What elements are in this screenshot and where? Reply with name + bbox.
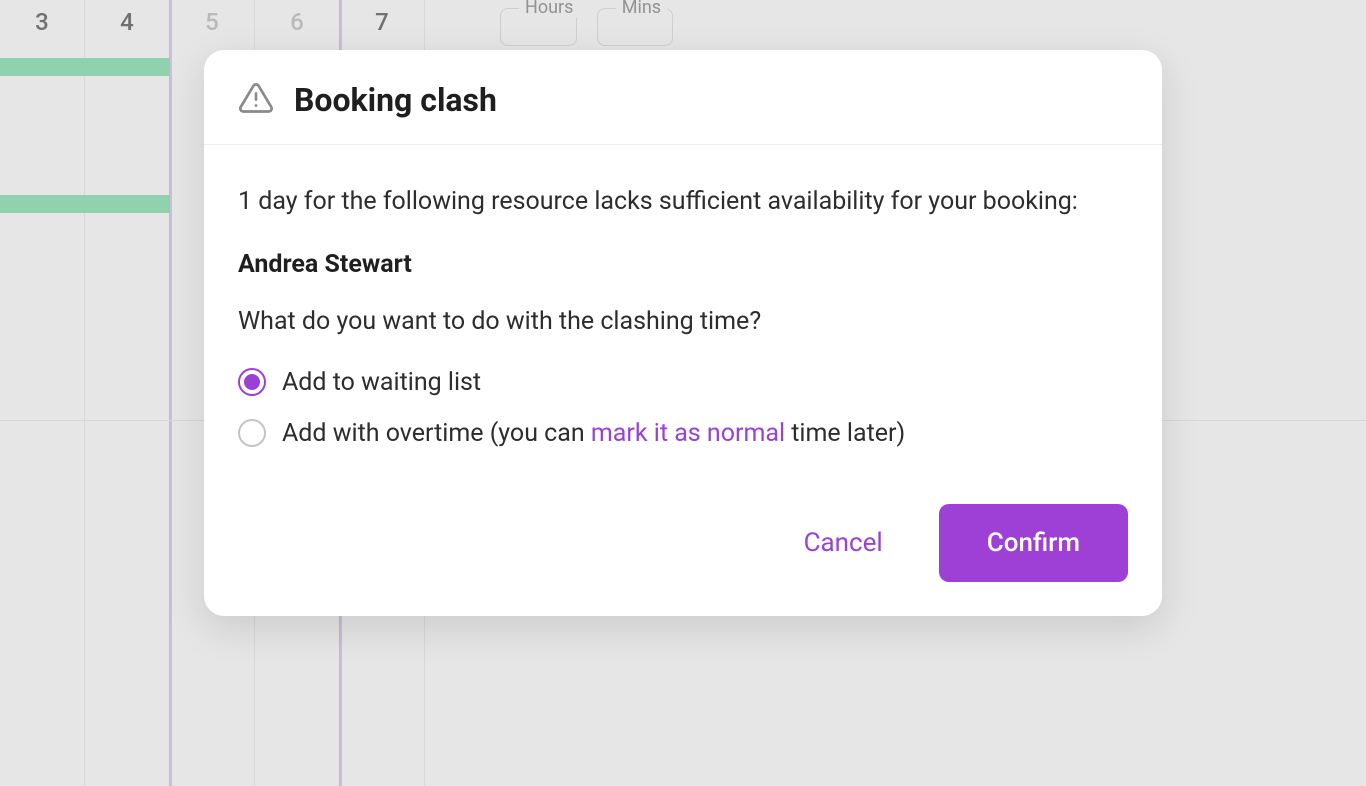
cancel-button[interactable]: Cancel: [784, 516, 903, 570]
option-overtime[interactable]: Add with overtime (you can mark it as no…: [238, 419, 1128, 448]
confirm-button[interactable]: Confirm: [939, 504, 1128, 582]
clash-description: 1 day for the following resource lacks s…: [238, 183, 1128, 222]
mark-normal-link[interactable]: mark it as normal: [591, 419, 785, 448]
option-label: Add with overtime (you can mark it as no…: [282, 419, 905, 448]
dialog-body: 1 day for the following resource lacks s…: [204, 145, 1162, 468]
warning-icon: [238, 80, 274, 120]
booking-clash-dialog: Booking clash 1 day for the following re…: [204, 50, 1162, 616]
radio-icon: [238, 419, 266, 447]
clash-prompt: What do you want to do with the clashing…: [238, 307, 1128, 336]
clash-options-group: Add to waiting list Add with overtime (y…: [238, 368, 1128, 448]
dialog-footer: Cancel Confirm: [204, 468, 1162, 616]
dialog-title: Booking clash: [294, 81, 497, 119]
option-waiting-list[interactable]: Add to waiting list: [238, 368, 1128, 397]
option-text-prefix: Add with overtime (you can: [282, 419, 591, 448]
radio-icon: [238, 368, 266, 396]
option-text-suffix: time later): [785, 419, 905, 448]
resource-name: Andrea Stewart: [238, 250, 1128, 279]
option-label: Add to waiting list: [282, 368, 481, 397]
dialog-header: Booking clash: [204, 50, 1162, 145]
